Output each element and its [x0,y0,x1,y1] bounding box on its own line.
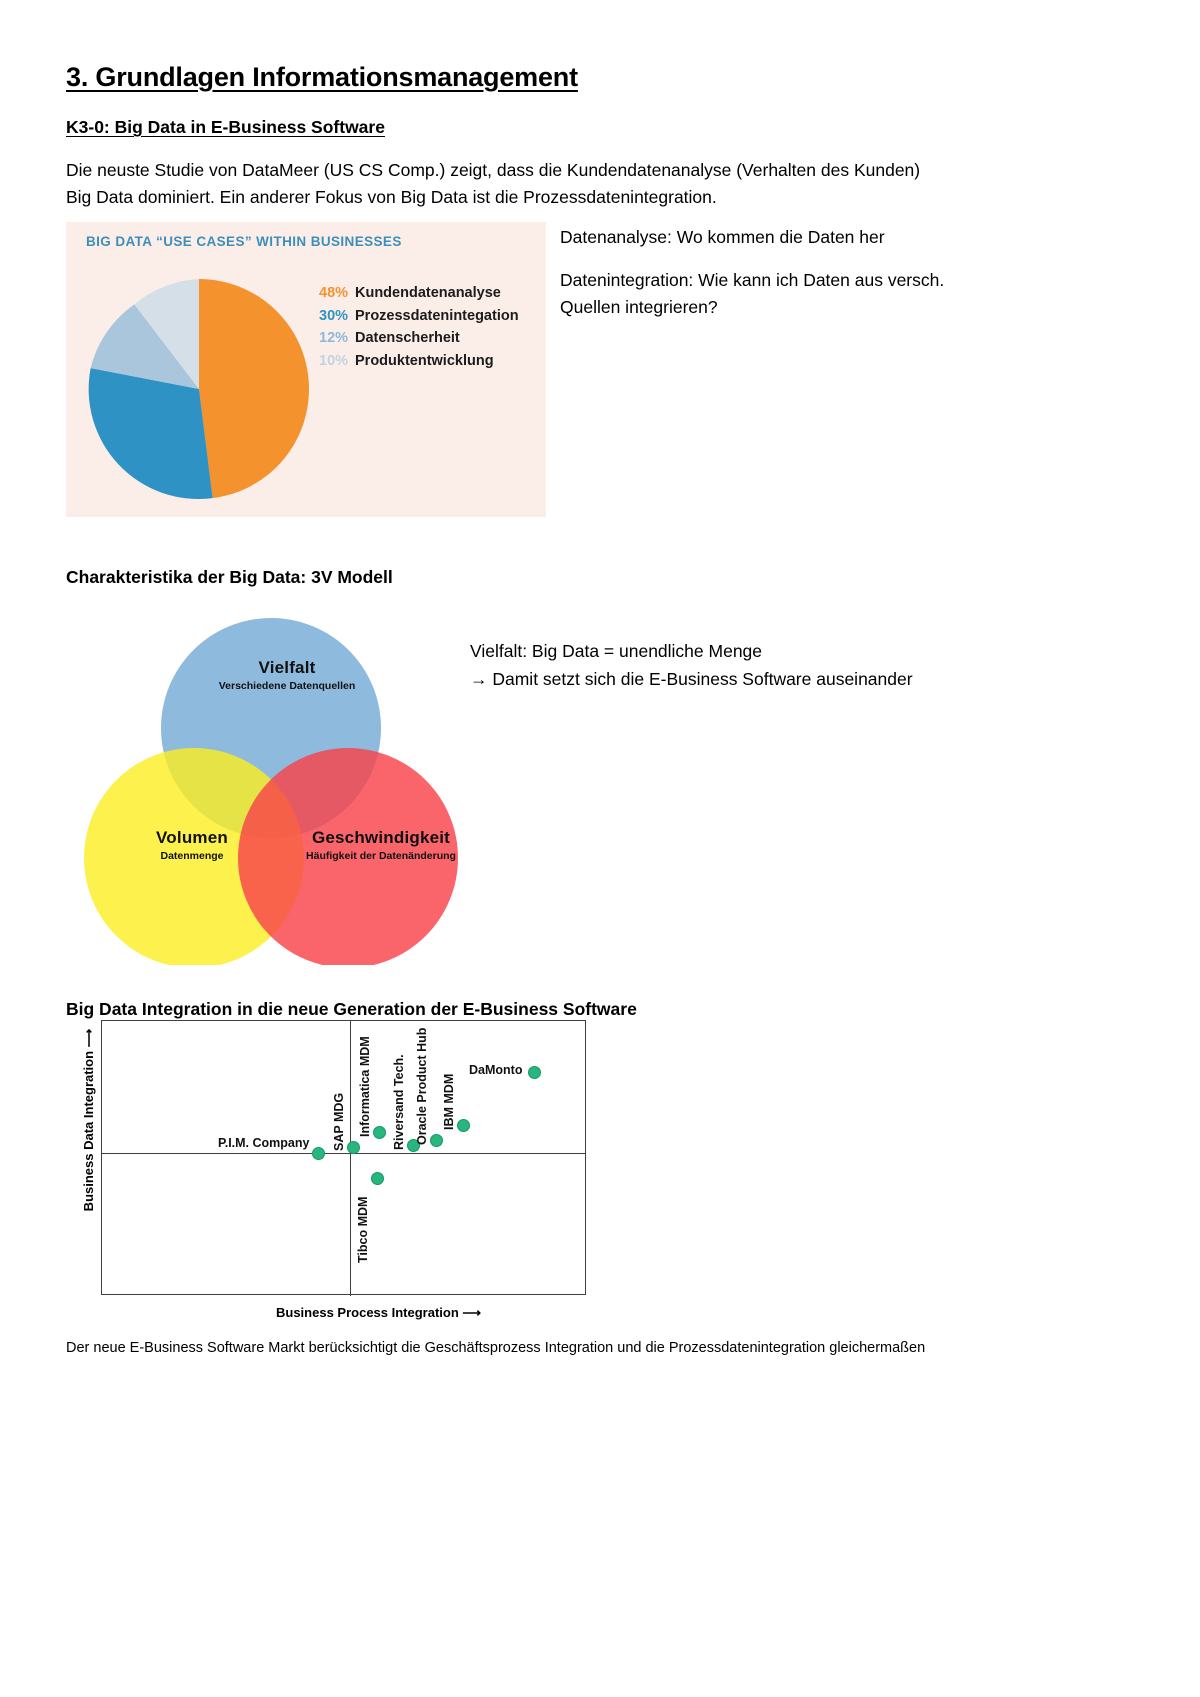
document-page: 3. Grundlagen Informationsmanagement K3-… [0,0,1200,1697]
footer-text: Der neue E-Business Software Markt berüc… [66,1340,926,1356]
quadrant-vertical-divider [350,1021,351,1296]
data-point-ibm-mdm[interactable] [457,1119,470,1132]
section-heading: K3-0: Big Data in E-Business Software [66,117,385,137]
data-point-tibco-mdm[interactable] [371,1172,384,1185]
data-point-label-informatica-mdm: Informatica MDM [358,1036,372,1137]
quadrant-horizontal-divider [101,1153,586,1154]
legend-row: 12% Datenscherheit [319,327,519,350]
data-point-label-damonto: DaMonto [469,1063,523,1077]
data-point-label-tibco-mdm: Tibco MDM [356,1196,370,1263]
quadrant-plot-area [101,1020,586,1296]
data-point-label-pim-company: P.I.M. Company [218,1136,310,1150]
legend-row: 10% Produktentwicklung [319,350,519,373]
venn-note-line2: → Damit setzt sich die E-Business Softwa… [470,669,913,689]
pie-chart-figure: BIG DATA “USE CASES” WITHIN BUSINESSES 4… [66,222,546,517]
quadrant-y-axis-label: Business Data Integration ⟶ [81,1028,96,1212]
quadrant-chart-heading: Big Data Integration in die neue Generat… [66,999,637,1019]
quadrant-chart-figure: Business Data Integration ⟶ P.I.M. Compa… [66,1020,586,1320]
data-point-damonto[interactable] [528,1066,541,1079]
pie-chart-legend: 48% Kundendatenanalyse 30% Prozessdatenint… [319,282,519,372]
intro-paragraph: Die neuste Studie von DataMeer (US CS Co… [66,160,921,207]
pie-slice-kundendatenanalyse [199,279,310,499]
data-point-pim-company[interactable] [312,1147,325,1160]
legend-value-3: 10% [319,352,349,369]
pie-chart-svg [88,279,310,500]
data-point-label-riversand-tech: Riversand Tech. [392,1054,406,1150]
venn-heading: Charakteristika der Big Data: 3V Modell [66,567,393,587]
legend-label-3: Produktentwicklung [355,352,494,369]
legend-value-0: 48% [319,285,349,301]
data-point-sap-mdg[interactable] [347,1141,360,1154]
venn-circle-geschwindigkeit [238,748,458,965]
legend-value-2: 12% [319,330,349,346]
note-datenintegration: Datenintegration: Wie kann ich Daten aus… [560,270,945,317]
legend-label-2: Datenscherheit [355,330,460,346]
venn-note-line1: Vielfalt: Big Data = unendliche Menge [470,641,763,661]
data-point-oracle-product-hub[interactable] [430,1134,443,1147]
venn-diagram-svg [84,618,458,965]
data-point-label-sap-mdg: SAP MDG [332,1092,346,1151]
legend-label-1: Prozessdatenintegation [355,307,519,324]
quadrant-x-axis-label: Business Process Integration ⟶ [276,1305,482,1320]
venn-diagram-figure: Vielfalt Verschiedene Datenquellen Volum… [66,610,476,965]
data-point-label-oracle-product-hub: Oracle Product Hub [415,1027,429,1145]
legend-label-0: Kundendatenanalyse [355,285,501,301]
legend-row: 30% Prozessdatenintegation [319,305,519,328]
note-datenanalyse: Datenanalyse: Wo kommen die Daten her [560,227,885,247]
data-point-label-ibm-mdm: IBM MDM [442,1073,456,1130]
page-title: 3. Grundlagen Informationsmanagement [66,62,578,92]
data-point-informatica-mdm[interactable] [373,1126,386,1139]
legend-row: 48% Kundendatenanalyse [319,282,519,305]
pie-chart-title: BIG DATA “USE CASES” WITHIN BUSINESSES [86,234,402,249]
legend-value-1: 30% [319,307,349,324]
